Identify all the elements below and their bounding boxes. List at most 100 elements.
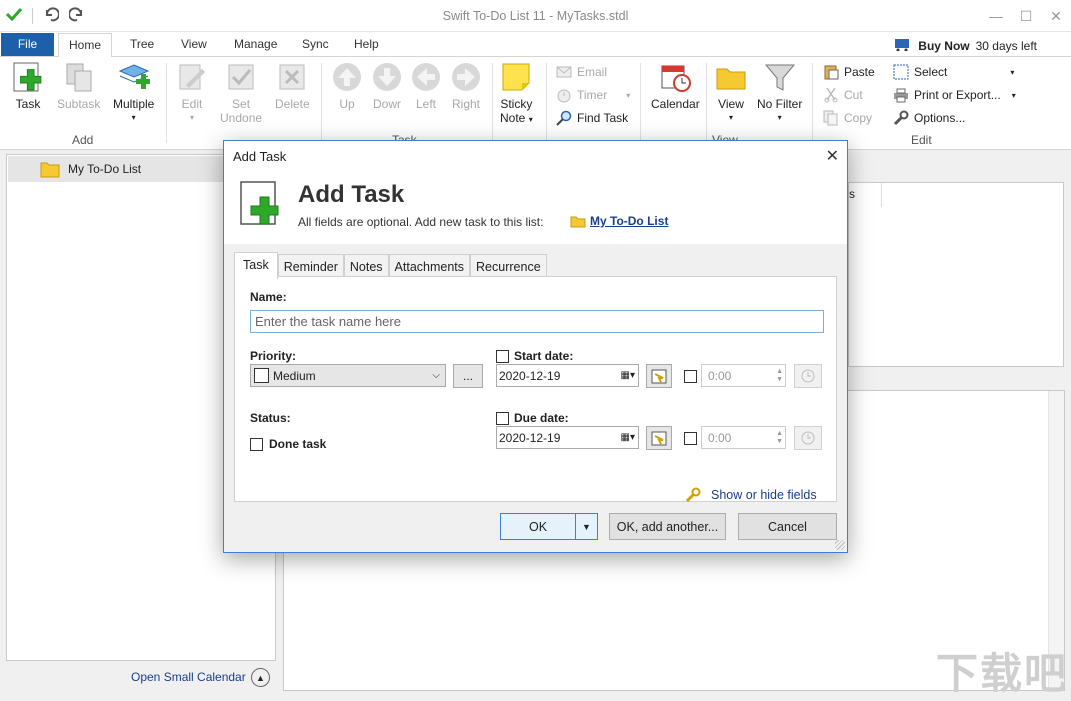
cancel-button[interactable]: Cancel [738,513,837,540]
delete-doc-icon [279,64,305,90]
buy-now-area[interactable]: Buy Now 30 days left [894,37,1037,54]
set-undone-button[interactable]: Set Undone [220,61,262,125]
dialog-tabs: Task Reminder Notes Attachments Recurren… [234,252,547,279]
select-button[interactable]: Select ▾ [893,64,1014,80]
find-task-button[interactable]: Find Task [556,110,628,126]
spinner-icon[interactable]: ▲ ▼ [776,368,783,384]
edit-button[interactable]: Edit ▾ [176,61,208,125]
tab-sync[interactable]: Sync [302,37,329,51]
arrow-right-icon [452,63,480,91]
paste-button[interactable]: Paste [823,64,875,80]
move-right-button[interactable]: Right [450,61,482,111]
sticky-note-button[interactable]: Sticky Note ▾ [500,61,533,127]
maximize-icon[interactable]: ☐ [1011,0,1041,32]
delete-button[interactable]: Delete [275,61,310,111]
start-time-checkbox[interactable] [684,370,697,383]
stack-plus-icon [118,64,150,89]
close-icon[interactable]: ✕ [826,146,839,166]
tab-attachments[interactable]: Attachments [388,254,471,278]
no-filter-button[interactable]: No Filter ▾ [757,61,802,125]
checkmark-doc-icon [228,64,254,90]
view-button[interactable]: View ▾ [715,61,747,125]
done-task-checkbox[interactable] [250,437,263,451]
tab-notes[interactable]: Notes [343,254,389,278]
move-down-button[interactable]: Dowr [371,61,403,111]
printer-icon [894,88,908,103]
cut-button[interactable]: Cut [823,87,863,103]
email-button[interactable]: Email [556,64,607,80]
add-subtask-button[interactable]: Subtask [57,61,100,111]
priority-select[interactable]: Medium ⌵ [250,364,446,387]
funnel-icon [764,64,795,91]
spinner-icon[interactable]: ▲ ▼ [776,430,783,446]
options-button[interactable]: Options... [893,110,965,126]
chevron-up-icon[interactable]: ▲ [251,668,270,687]
tab-recurrence[interactable]: Recurrence [470,254,547,278]
dialog-title: Add Task [233,148,287,164]
clock-arrow-icon [801,431,815,445]
calendar-dropdown-icon[interactable]: ▦▾ [621,432,635,443]
open-small-calendar-link[interactable]: Open Small Calendar [131,670,246,684]
ok-add-another-button[interactable]: OK, add another... [609,513,726,540]
start-time-quick-button[interactable] [794,364,822,388]
arrow-left-icon [412,63,440,91]
tab-file[interactable]: File [1,33,54,56]
stopwatch-icon [557,89,571,103]
due-date-option[interactable]: Due date: [496,411,569,425]
move-up-button[interactable]: Up [331,61,363,111]
folder-icon [40,162,60,178]
priority-more-button[interactable]: ... [453,364,483,388]
wrench-icon [685,487,701,503]
ok-split-dropdown-icon[interactable]: ▼ [575,514,597,539]
calendar-button[interactable]: Calendar [651,61,700,111]
tab-manage[interactable]: Manage [234,37,277,51]
move-left-button[interactable]: Left [410,61,442,111]
timer-button[interactable]: Timer ▾ [556,87,630,103]
show-hide-fields-link[interactable]: Show or hide fields [685,487,817,503]
tab-reminder[interactable]: Reminder [277,254,344,278]
copy-button[interactable]: Copy [823,110,872,126]
tab-help[interactable]: Help [354,37,379,51]
status-label: Status: [250,411,291,425]
start-date-checkbox[interactable] [496,349,509,363]
due-date-quick-button[interactable] [646,426,672,450]
minimize-icon[interactable]: — [981,0,1011,32]
arrow-down-icon [373,63,401,91]
start-date-quick-button[interactable] [646,364,672,388]
due-time-quick-button[interactable] [794,426,822,450]
print-export-button[interactable]: Print or Export... ▾ [893,87,1016,103]
due-time-input[interactable]: 0:00 ▲ ▼ [701,426,786,449]
calendar-arrow-icon [651,431,667,446]
tab-task[interactable]: Task [234,252,278,279]
start-date-input[interactable]: 2020-12-19 ▦▾ [496,364,639,387]
resize-grip[interactable] [835,540,845,550]
tab-tree[interactable]: Tree [130,37,154,51]
due-time-checkbox[interactable] [684,432,697,445]
folder-icon [570,216,586,227]
tab-home[interactable]: Home [58,33,113,57]
arrow-up-icon [333,63,361,91]
group-label-add: Add [72,133,94,147]
start-time-input[interactable]: 0:00 ▲ ▼ [701,364,786,387]
due-date-checkbox[interactable] [496,411,509,425]
copy-icon [823,110,838,126]
ribbon-tab-bar: File Home Tree View Manage Sync Help Buy… [0,32,1071,57]
tab-view[interactable]: View [181,37,207,51]
trial-days-left: 30 days left [975,38,1037,53]
close-window-icon[interactable]: ✕ [1041,0,1071,32]
calendar-dropdown-icon[interactable]: ▦▾ [621,370,635,381]
dialog-heading: Add Task [298,181,405,208]
ok-button[interactable]: OK ▼ [500,513,598,540]
task-name-input[interactable]: Enter the task name here [250,310,824,333]
add-multiple-button[interactable]: Multiple ▾ [113,61,154,125]
task-grid: s [848,182,1064,367]
target-list-link[interactable]: My To-Do List [570,214,668,228]
start-date-option[interactable]: Start date: [496,349,573,363]
done-task-option[interactable]: Done task [250,437,326,451]
chevron-down-icon: ⌵ [432,370,440,381]
buy-now-link[interactable]: Buy Now [918,39,969,53]
envelope-icon [556,66,572,78]
due-date-input[interactable]: 2020-12-19 ▦▾ [496,426,639,449]
tree-item-my-todo-list[interactable]: My To-Do List [8,156,228,182]
add-task-button[interactable]: Task [12,61,44,111]
